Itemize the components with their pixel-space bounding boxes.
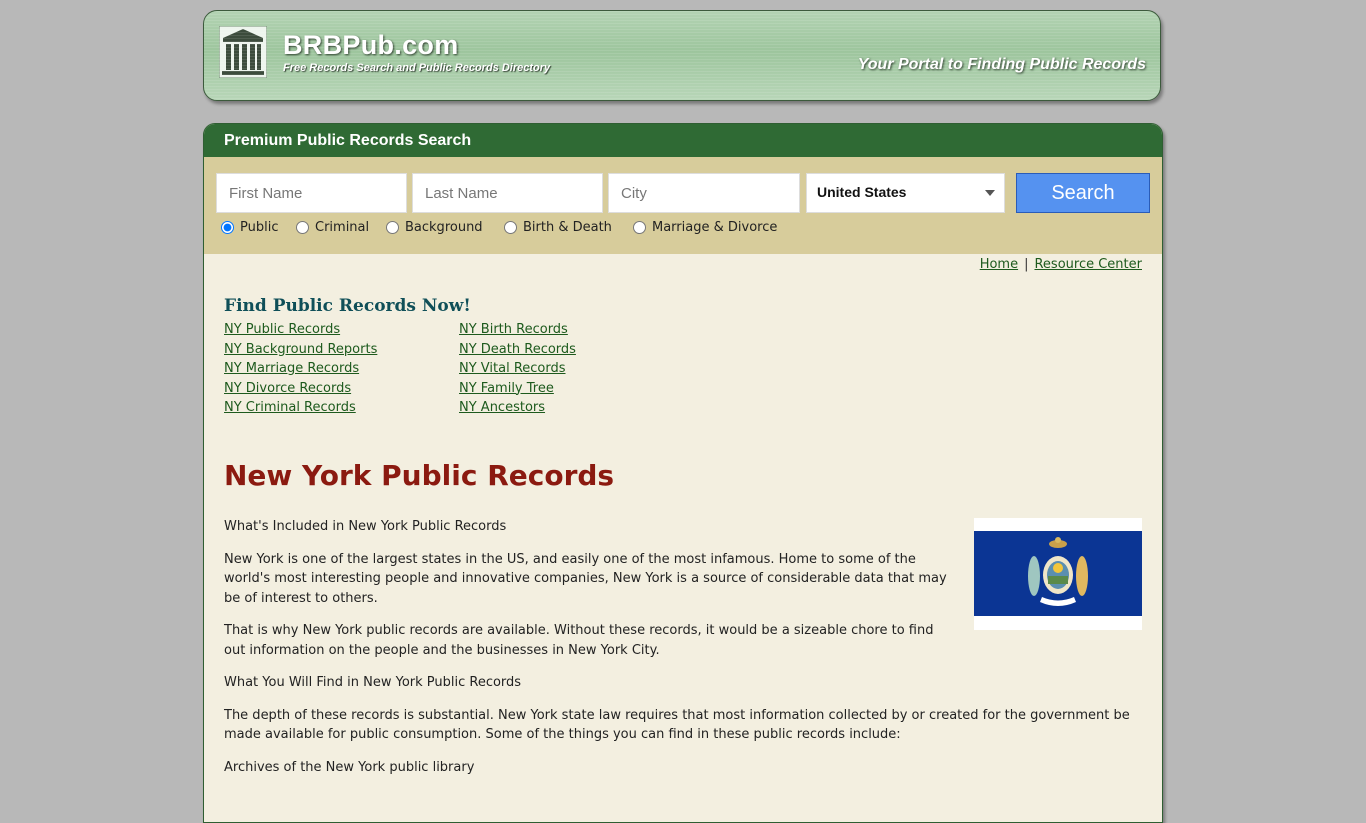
search-title: Premium Public Records Search <box>204 124 1162 157</box>
ny-background-reports-link[interactable]: NY Background Reports <box>224 340 377 360</box>
radio-criminal-input[interactable] <box>296 221 309 234</box>
ny-birth-records-link[interactable]: NY Birth Records <box>459 320 576 340</box>
nav-separator: | <box>1024 257 1029 272</box>
radio-marriage-divorce[interactable]: Marriage & Divorce <box>633 220 777 235</box>
top-nav: Home | Resource Center <box>980 257 1142 272</box>
article-body: What's Included in New York Public Recor… <box>224 517 1144 790</box>
resource-center-link[interactable]: Resource Center <box>1034 257 1142 272</box>
courthouse-logo-icon[interactable] <box>219 26 267 78</box>
ny-death-records-link[interactable]: NY Death Records <box>459 340 576 360</box>
radio-criminal-label: Criminal <box>315 220 370 235</box>
radio-marriage-divorce-label: Marriage & Divorce <box>652 220 778 235</box>
find-records-heading: Find Public Records Now! <box>224 296 471 316</box>
page-title: New York Public Records <box>224 459 615 492</box>
article-paragraph: New York is one of the largest states in… <box>224 551 947 606</box>
article-paragraph: That is why New York public records are … <box>224 623 934 658</box>
article-paragraph: What You Will Find in New York Public Re… <box>224 675 522 690</box>
records-links-right: NY Birth Records NY Death Records NY Vit… <box>459 320 576 418</box>
last-name-input[interactable] <box>412 173 603 213</box>
ny-marriage-records-link[interactable]: NY Marriage Records <box>224 359 377 379</box>
search-button[interactable]: Search <box>1016 173 1150 213</box>
radio-public-label: Public <box>240 220 279 235</box>
radio-criminal[interactable]: Criminal <box>296 220 369 235</box>
ny-family-tree-link[interactable]: NY Family Tree <box>459 379 576 399</box>
ny-public-records-link[interactable]: NY Public Records <box>224 320 377 340</box>
search-form: United States Search Public Criminal Bac… <box>204 157 1162 254</box>
site-header: BRBPub.com Free Records Search and Publi… <box>203 10 1161 101</box>
portal-slogan: Your Portal to Finding Public Records <box>857 56 1146 73</box>
article-paragraph: What's Included in New York Public Recor… <box>224 519 507 534</box>
site-tagline: Free Records Search and Public Records D… <box>283 62 551 74</box>
ny-vital-records-link[interactable]: NY Vital Records <box>459 359 576 379</box>
radio-birth-death-input[interactable] <box>504 221 517 234</box>
records-links-left: NY Public Records NY Background Reports … <box>224 320 377 418</box>
radio-public[interactable]: Public <box>221 220 278 235</box>
article-paragraph: Archives of the New York public library <box>224 759 475 775</box>
radio-birth-death-label: Birth & Death <box>523 220 612 235</box>
radio-public-input[interactable] <box>221 221 234 234</box>
home-link[interactable]: Home <box>980 257 1018 272</box>
radio-birth-death[interactable]: Birth & Death <box>504 220 612 235</box>
radio-background-input[interactable] <box>386 221 399 234</box>
radio-background[interactable]: Background <box>386 220 483 235</box>
article-paragraph: The depth of these records is substantia… <box>224 707 1130 743</box>
state-select[interactable]: United States <box>806 173 1005 213</box>
ny-criminal-records-link[interactable]: NY Criminal Records <box>224 398 377 418</box>
first-name-input[interactable] <box>216 173 407 213</box>
ny-ancestors-link[interactable]: NY Ancestors <box>459 398 576 418</box>
city-input[interactable] <box>608 173 800 213</box>
ny-divorce-records-link[interactable]: NY Divorce Records <box>224 379 377 399</box>
radio-background-label: Background <box>405 220 483 235</box>
chevron-down-icon <box>985 190 995 196</box>
main-panel: Premium Public Records Search United Sta… <box>203 123 1163 823</box>
site-name[interactable]: BRBPub.com <box>283 30 459 61</box>
radio-marriage-divorce-input[interactable] <box>633 221 646 234</box>
state-select-value: United States <box>817 184 907 200</box>
